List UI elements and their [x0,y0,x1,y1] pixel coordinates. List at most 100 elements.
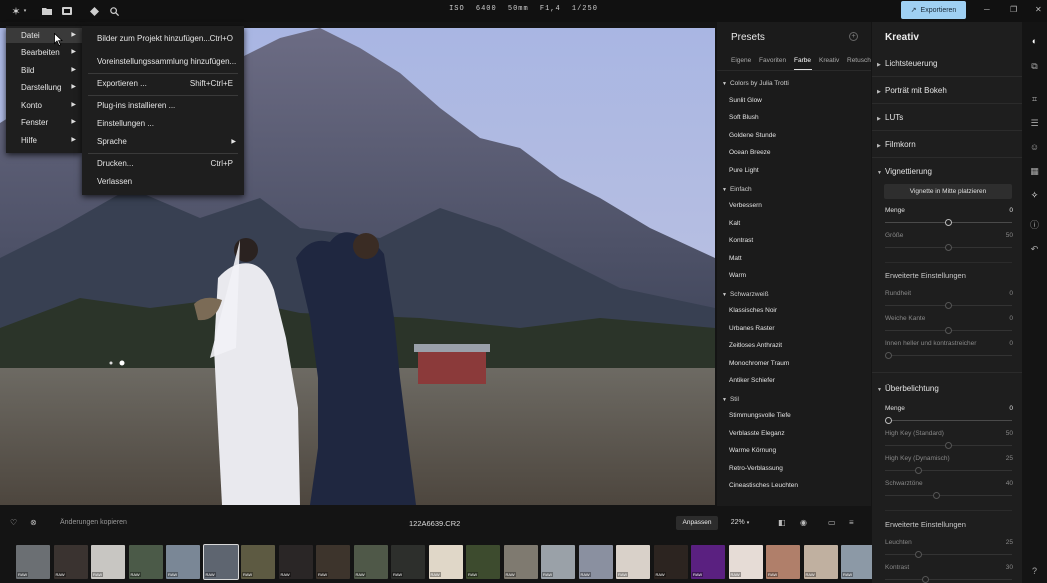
add-preset-collection-item[interactable]: Voreinstellungssammlung hinzufügen... [82,55,244,69]
preset-item[interactable]: Monochromer Traum [729,360,789,367]
filmstrip-thumbnail[interactable]: RAW [202,544,239,580]
innen-heller-slider-knob[interactable] [885,352,892,359]
menge-slider-knob[interactable] [945,219,952,226]
portrait-icon[interactable]: ☺ [1028,141,1041,154]
fit-button[interactable]: Anpassen [676,516,718,530]
rundheit-slider-knob[interactable] [945,302,952,309]
preset-item[interactable]: Antiker Schiefer [729,377,775,384]
tab-retusch[interactable]: Retusch [847,57,871,64]
center-vignette-button[interactable]: Vignette in Mitte platzieren [884,184,1012,199]
filmstrip-thumbnail[interactable]: RAW [241,545,275,579]
filmstrip-thumbnail[interactable]: RAW [728,545,763,579]
menu-bild[interactable]: Bild ▶ [6,63,82,78]
preset-group-schwarzweiss[interactable]: ▼ Schwarzweiß [722,291,769,298]
preset-item[interactable]: Retro-Verblassung [729,465,783,472]
schwarztoene-slider-knob[interactable] [933,492,940,499]
preset-item[interactable]: Verblasste Eleganz [729,430,785,437]
export-item[interactable]: Exportieren ... Shift+Ctrl+E [82,77,244,91]
filmstrip-thumbnail[interactable]: RAW [353,545,388,579]
preset-item[interactable]: Cineastisches Leuchten [729,482,798,489]
kontrast-slider[interactable] [885,579,1012,580]
preset-item[interactable]: Goldene Stunde [729,132,776,139]
compare-icon[interactable]: ◧ [778,518,786,527]
filmstrip-thumbnail[interactable]: RAW [53,545,88,579]
section-portraet-bokeh[interactable]: ▶ Porträt mit Bokeh [877,86,947,95]
maximize-icon[interactable]: ❐ [1010,5,1017,14]
menu-fenster[interactable]: Fenster ▶ [6,115,82,130]
settings-item[interactable]: Einstellungen ... [82,117,244,131]
section-vignettierung[interactable]: ▼ Vignettierung [877,167,932,176]
close-icon[interactable]: ✕ [1035,5,1042,14]
grid-icon[interactable]: ▦ [1028,165,1041,178]
ueber-menge-slider[interactable] [885,420,1012,421]
preset-item[interactable]: Pure Light [729,167,759,174]
filmstrip-thumbnail[interactable]: RAW [766,545,800,579]
highkey-standard-slider-knob[interactable] [945,442,952,449]
preset-item[interactable]: Zeitloses Anthrazit [729,342,782,349]
favorite-heart-icon[interactable]: ♡ [10,518,17,527]
highkey-dynamisch-slider[interactable] [885,470,1012,471]
filmstrip-thumbnail[interactable]: RAW [428,545,463,579]
export-button[interactable]: ↗ Exportieren [901,1,966,19]
preset-item[interactable]: Verbessern [729,202,762,209]
preset-item[interactable]: Stimmungsvolle Tiefe [729,412,791,419]
tab-favoriten[interactable]: Favoriten [759,57,786,64]
preset-group-einfach[interactable]: ▼ Einfach [722,186,752,193]
section-filmkorn[interactable]: ▶ Filmkorn [877,140,916,149]
install-plugins-item[interactable]: Plug-ins installieren ... [82,99,244,113]
add-images-item[interactable]: Bilder zum Projekt hinzufügen... Ctrl+O [82,32,244,46]
tab-kreativ[interactable]: Kreativ [819,57,839,64]
filmstrip-thumbnail[interactable]: RAW [691,545,725,579]
adjust-sliders-icon[interactable]: ☰ [1028,117,1041,130]
preset-item[interactable]: Warme Körnung [729,447,776,454]
filmstrip-thumbnail[interactable]: RAW [578,545,613,579]
section-lichtsteuerung[interactable]: ▶ Lichtsteuerung [877,59,937,68]
filmstrip-thumbnail[interactable]: RAW [466,545,500,579]
filmstrip-thumbnail[interactable]: RAW [653,545,688,579]
preset-group-stil[interactable]: ▼ Stil [722,396,739,403]
reject-icon[interactable]: ⊗ [30,518,37,527]
sort-icon[interactable]: ≡ [849,518,854,527]
filmstrip-thumbnail[interactable]: RAW [316,545,350,579]
add-preset-icon[interactable]: + [849,32,858,41]
preset-item[interactable]: Sunlit Glow [729,97,762,104]
filmstrip-thumbnail[interactable]: RAW [128,545,163,579]
highkey-dynamisch-slider-knob[interactable] [915,467,922,474]
section-luts[interactable]: ▶ LUTs [877,113,903,122]
ueber-menge-slider-knob[interactable] [885,417,892,424]
filmstrip-thumbnail[interactable]: RAW [803,545,838,579]
filmstrip-thumbnail[interactable]: RAW [91,545,125,579]
filmstrip-thumbnail[interactable]: RAW [503,545,538,579]
zoom-dropdown[interactable]: 22% ▾ [722,516,758,530]
filmstrip-thumbnail[interactable]: RAW [841,545,872,579]
filmstrip-toggle-icon[interactable]: ▭ [828,518,836,527]
menu-datei[interactable]: Datei ▶ [6,28,82,43]
filmstrip-thumbnail[interactable]: RAW [16,545,50,579]
edit-tools-icon[interactable]: ◐ [1028,35,1041,48]
menu-konto[interactable]: Konto ▶ [6,98,82,113]
filmstrip-thumbnail[interactable]: RAW [166,545,200,579]
preset-item[interactable]: Kalt [729,220,740,227]
help-icon[interactable]: ? [1028,565,1041,578]
section-ueberbelichtung[interactable]: ▼ Überbelichtung [877,384,939,393]
preset-item[interactable]: Matt [729,255,742,262]
preset-item[interactable]: Soft Blush [729,114,759,121]
menu-hilfe[interactable]: Hilfe ▶ [6,133,82,148]
creative-sparkle-icon[interactable]: ✧ [1028,189,1041,202]
leuchten-slider[interactable] [885,554,1012,555]
crop-icon[interactable]: ⌗ [1028,93,1041,106]
menu-darstellung[interactable]: Darstellung ▶ [6,80,82,95]
quit-item[interactable]: Verlassen [82,175,244,189]
leuchten-slider-knob[interactable] [915,551,922,558]
preset-item[interactable]: Urbanes Raster [729,325,775,332]
tab-farbe[interactable]: Farbe [794,57,811,64]
copy-edits-button[interactable]: Änderungen kopieren [60,519,127,526]
filmstrip-thumbnail[interactable]: RAW [278,545,313,579]
info-icon[interactable]: ⓘ [1028,219,1041,232]
preset-group-julia-trotti[interactable]: ▼ Colors by Julia Trotti [722,80,789,87]
layers-icon[interactable]: ⧉ [1028,60,1041,73]
groesse-slider-knob[interactable] [945,244,952,251]
schwarztoene-slider[interactable] [885,495,1012,496]
print-item[interactable]: Drucken... Ctrl+P [82,157,244,171]
filmstrip-thumbnail[interactable]: RAW [541,545,575,579]
